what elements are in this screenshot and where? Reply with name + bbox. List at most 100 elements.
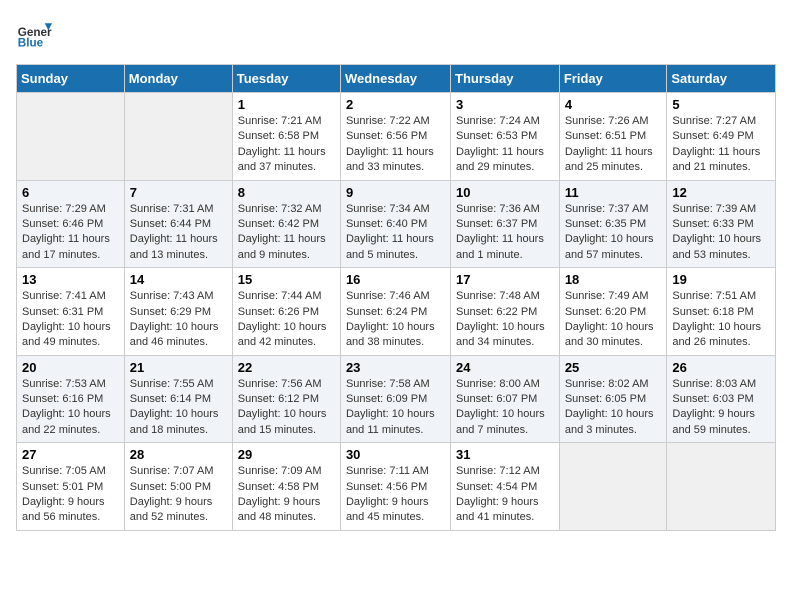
day-number: 6 (22, 185, 119, 200)
day-info: Sunrise: 7:46 AMSunset: 6:24 PMDaylight:… (346, 289, 445, 351)
day-number: 21 (130, 360, 227, 375)
day-number: 7 (130, 185, 227, 200)
day-number: 16 (346, 272, 445, 287)
day-number: 31 (456, 447, 554, 462)
day-info: Sunrise: 7:39 AMSunset: 6:33 PMDaylight:… (672, 202, 770, 264)
day-header-friday: Friday (559, 65, 667, 93)
calendar-cell: 12Sunrise: 7:39 AMSunset: 6:33 PMDayligh… (667, 180, 776, 268)
day-info: Sunrise: 7:24 AMSunset: 6:53 PMDaylight:… (456, 114, 554, 176)
page-header: General Blue (16, 16, 776, 52)
day-info: Sunrise: 7:22 AMSunset: 6:56 PMDaylight:… (346, 114, 445, 176)
day-number: 25 (565, 360, 662, 375)
calendar-header-row: SundayMondayTuesdayWednesdayThursdayFrid… (17, 65, 776, 93)
calendar-cell: 26 Sunrise: 8:03 AMSunset: 6:03 PMDayligh… (667, 355, 776, 443)
day-header-sunday: Sunday (17, 65, 125, 93)
calendar-cell: 30Sunrise: 7:11 AMSunset: 4:56 PMDayligh… (340, 443, 450, 531)
day-number: 11 (565, 185, 662, 200)
calendar-cell: 11 Sunrise: 7:37 AMSunset: 6:35 PMDayligh… (559, 180, 667, 268)
day-info: Sunrise: 7:05 AMSunset: 5:01 PMDaylight:… (22, 464, 119, 526)
calendar-cell: 5 Sunrise: 7:27 AMSunset: 6:49 PMDaylight… (667, 93, 776, 181)
calendar-cell: 1 Sunrise: 7:21 AMSunset: 6:58 PMDaylight… (232, 93, 340, 181)
calendar-cell: 10 Sunrise: 7:36 AMSunset: 6:37 PMDayligh… (451, 180, 560, 268)
day-number: 3 (456, 97, 554, 112)
day-info: Sunrise: 7:36 AMSunset: 6:37 PMDaylight:… (456, 202, 554, 264)
day-info: Sunrise: 7:56 AMSunset: 6:12 PMDaylight:… (238, 377, 335, 439)
day-number: 22 (238, 360, 335, 375)
calendar-cell: 16 Sunrise: 7:46 AMSunset: 6:24 PMDayligh… (340, 268, 450, 356)
day-info: Sunrise: 7:48 AMSunset: 6:22 PMDaylight:… (456, 289, 554, 351)
calendar-cell: 8Sunrise: 7:32 AMSunset: 6:42 PMDaylight… (232, 180, 340, 268)
calendar-cell: 6 Sunrise: 7:29 AMSunset: 6:46 PMDaylight… (17, 180, 125, 268)
day-info: Sunrise: 7:07 AMSunset: 5:00 PMDaylight:… (130, 464, 227, 526)
calendar-cell: 27 Sunrise: 7:05 AMSunset: 5:01 PMDayligh… (17, 443, 125, 531)
calendar-cell: 24 Sunrise: 8:00 AMSunset: 6:07 PMDayligh… (451, 355, 560, 443)
day-number: 24 (456, 360, 554, 375)
day-number: 29 (238, 447, 335, 462)
day-info: Sunrise: 7:29 AMSunset: 6:46 PMDaylight:… (22, 202, 119, 264)
calendar-cell (124, 93, 232, 181)
day-number: 18 (565, 272, 662, 287)
day-info: Sunrise: 7:21 AMSunset: 6:58 PMDaylight:… (238, 114, 335, 176)
day-number: 26 (672, 360, 770, 375)
day-header-monday: Monday (124, 65, 232, 93)
calendar-cell: 19 Sunrise: 7:51 AMSunset: 6:18 PMDayligh… (667, 268, 776, 356)
calendar-week-1: 1 Sunrise: 7:21 AMSunset: 6:58 PMDaylight… (17, 93, 776, 181)
day-number: 30 (346, 447, 445, 462)
day-info: Sunrise: 7:51 AMSunset: 6:18 PMDaylight:… (672, 289, 770, 351)
calendar-week-4: 20 Sunrise: 7:53 AMSunset: 6:16 PMDayligh… (17, 355, 776, 443)
day-info: Sunrise: 8:02 AMSunset: 6:05 PMDaylight:… (565, 377, 662, 439)
calendar-cell: 28 Sunrise: 7:07 AMSunset: 5:00 PMDayligh… (124, 443, 232, 531)
day-number: 1 (238, 97, 335, 112)
day-header-tuesday: Tuesday (232, 65, 340, 93)
calendar-cell: 13 Sunrise: 7:41 AMSunset: 6:31 PMDayligh… (17, 268, 125, 356)
calendar-cell: 22 Sunrise: 7:56 AMSunset: 6:12 PMDayligh… (232, 355, 340, 443)
day-info: Sunrise: 7:12 AMSunset: 4:54 PMDaylight:… (456, 464, 554, 526)
calendar-cell: 17Sunrise: 7:48 AMSunset: 6:22 PMDayligh… (451, 268, 560, 356)
day-number: 8 (238, 185, 335, 200)
day-number: 27 (22, 447, 119, 462)
calendar-table: SundayMondayTuesdayWednesdayThursdayFrid… (16, 64, 776, 531)
day-number: 10 (456, 185, 554, 200)
calendar-cell (667, 443, 776, 531)
day-number: 15 (238, 272, 335, 287)
day-info: Sunrise: 7:41 AMSunset: 6:31 PMDaylight:… (22, 289, 119, 351)
day-number: 5 (672, 97, 770, 112)
day-info: Sunrise: 8:03 AMSunset: 6:03 PMDaylight:… (672, 377, 770, 439)
day-header-saturday: Saturday (667, 65, 776, 93)
day-info: Sunrise: 7:58 AMSunset: 6:09 PMDaylight:… (346, 377, 445, 439)
calendar-cell: 20 Sunrise: 7:53 AMSunset: 6:16 PMDayligh… (17, 355, 125, 443)
calendar-cell: 4 Sunrise: 7:26 AMSunset: 6:51 PMDaylight… (559, 93, 667, 181)
logo: General Blue (16, 16, 56, 52)
day-info: Sunrise: 7:44 AMSunset: 6:26 PMDaylight:… (238, 289, 335, 351)
calendar-cell: 9 Sunrise: 7:34 AMSunset: 6:40 PMDaylight… (340, 180, 450, 268)
calendar-cell: 23Sunrise: 7:58 AMSunset: 6:09 PMDayligh… (340, 355, 450, 443)
calendar-cell: 15 Sunrise: 7:44 AMSunset: 6:26 PMDayligh… (232, 268, 340, 356)
svg-text:Blue: Blue (18, 37, 44, 50)
day-info: Sunrise: 7:37 AMSunset: 6:35 PMDaylight:… (565, 202, 662, 264)
day-info: Sunrise: 7:26 AMSunset: 6:51 PMDaylight:… (565, 114, 662, 176)
calendar-cell (559, 443, 667, 531)
day-number: 4 (565, 97, 662, 112)
day-number: 13 (22, 272, 119, 287)
day-info: Sunrise: 8:00 AMSunset: 6:07 PMDaylight:… (456, 377, 554, 439)
day-info: Sunrise: 7:43 AMSunset: 6:29 PMDaylight:… (130, 289, 227, 351)
calendar-cell: 14 Sunrise: 7:43 AMSunset: 6:29 PMDayligh… (124, 268, 232, 356)
calendar-week-5: 27 Sunrise: 7:05 AMSunset: 5:01 PMDayligh… (17, 443, 776, 531)
day-header-wednesday: Wednesday (340, 65, 450, 93)
day-number: 2 (346, 97, 445, 112)
day-number: 14 (130, 272, 227, 287)
day-number: 19 (672, 272, 770, 287)
day-info: Sunrise: 7:27 AMSunset: 6:49 PMDaylight:… (672, 114, 770, 176)
calendar-week-3: 13 Sunrise: 7:41 AMSunset: 6:31 PMDayligh… (17, 268, 776, 356)
day-number: 20 (22, 360, 119, 375)
day-header-thursday: Thursday (451, 65, 560, 93)
day-info: Sunrise: 7:53 AMSunset: 6:16 PMDaylight:… (22, 377, 119, 439)
calendar-cell: 25 Sunrise: 8:02 AMSunset: 6:05 PMDayligh… (559, 355, 667, 443)
day-number: 9 (346, 185, 445, 200)
day-number: 28 (130, 447, 227, 462)
day-info: Sunrise: 7:55 AMSunset: 6:14 PMDaylight:… (130, 377, 227, 439)
calendar-cell: 18Sunrise: 7:49 AMSunset: 6:20 PMDayligh… (559, 268, 667, 356)
day-info: Sunrise: 7:31 AMSunset: 6:44 PMDaylight:… (130, 202, 227, 264)
day-info: Sunrise: 7:34 AMSunset: 6:40 PMDaylight:… (346, 202, 445, 264)
calendar-cell (17, 93, 125, 181)
